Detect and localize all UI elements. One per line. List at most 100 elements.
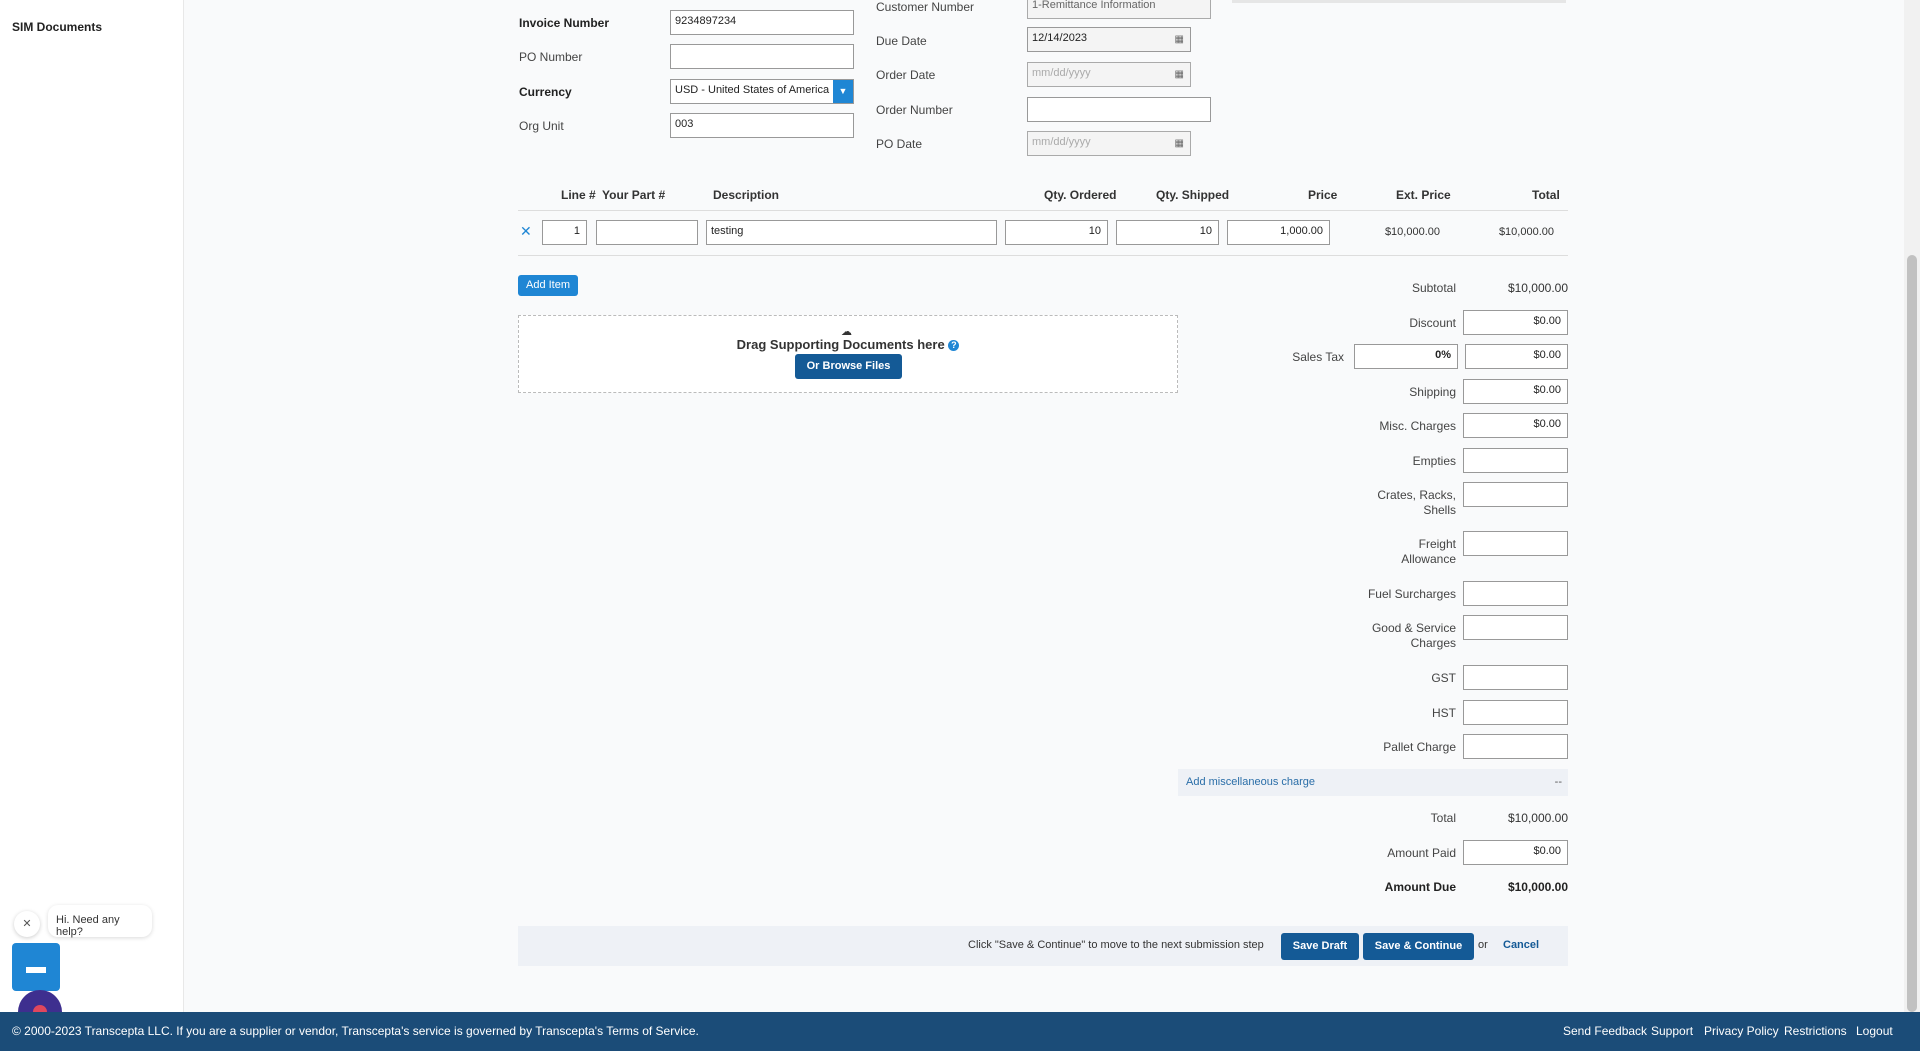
footer-link-logout[interactable]: Logout [1856,1024,1893,1038]
supporting-documents-dropzone[interactable]: ☁ Drag Supporting Documents here ? Or Br… [518,315,1178,393]
due-date-input[interactable]: 12/14/2023 ▦ [1027,27,1191,52]
save-action-bar: Click "Save & Continue" to move to the n… [518,926,1568,966]
chevron-down-icon[interactable]: ▼ [833,80,853,103]
page-scrollbar[interactable] [1904,0,1920,1012]
fuel-surcharges-label: Fuel Surcharges [1367,587,1456,601]
price-input[interactable]: 1,000.00 [1227,220,1330,245]
misc-charges-input[interactable]: $0.00 [1463,413,1568,438]
po-date-input[interactable]: mm/dd/yyyy ▦ [1027,131,1191,156]
footer: © 2000-2023 Transcepta LLC. If you are a… [0,1012,1920,1051]
line-number-input[interactable]: 1 [542,220,587,245]
footer-copyright: © 2000-2023 Transcepta LLC. If you are a… [12,1024,699,1038]
ext-price-value: $10,000.00 [1384,226,1440,238]
pallet-charge-input[interactable] [1463,734,1568,759]
browse-files-button[interactable]: Or Browse Files [795,354,902,379]
chat-bubble-text: Hi. Need any help? [56,914,120,938]
col-line: Line # [561,188,596,202]
sidebar: SIM Documents [0,0,184,1012]
org-unit-input[interactable]: 003 [670,113,854,138]
calendar-icon[interactable]: ▦ [1175,69,1184,80]
fuel-surcharges-input[interactable] [1463,581,1568,606]
freight-label: Freight Allowance [1300,537,1456,567]
discount-label: Discount [1409,316,1456,330]
customer-number-label: Customer Number [876,0,975,14]
description-input[interactable]: testing [706,220,997,245]
freight-label-line1: Freight [1418,537,1456,551]
amount-due-value: $10,000.00 [1507,880,1568,894]
part-number-input[interactable] [596,220,698,245]
sales-tax-label: Sales Tax [1292,350,1344,364]
goods-service-label: Good & Service Charges [1300,621,1456,651]
save-draft-button[interactable]: Save Draft [1281,933,1359,960]
add-item-button[interactable]: Add Item [518,275,578,296]
footer-link-support[interactable]: Support [1651,1024,1693,1038]
due-date-value: 12/14/2023 [1032,32,1088,44]
footer-link-privacy-policy[interactable]: Privacy Policy [1704,1024,1779,1038]
help-icon[interactable]: ? [948,340,960,352]
invoice-number-input[interactable]: 9234897234 [670,10,854,35]
shipping-input[interactable]: $0.00 [1463,379,1568,404]
hst-label: HST [1432,706,1456,720]
amount-due-label: Amount Due [1384,880,1456,894]
order-date-input[interactable]: mm/dd/yyyy ▦ [1027,62,1191,87]
calendar-icon[interactable]: ▦ [1175,34,1184,45]
top-right-panel-edge [1232,0,1566,3]
crates-label: Crates, Racks, Shells [1300,488,1456,518]
currency-select-value: USD - United States of America [675,84,830,96]
footer-link-restrictions[interactable]: Restrictions [1784,1024,1847,1038]
table-row-divider [518,255,1568,256]
col-your-part: Your Part # [602,188,666,202]
cancel-link[interactable]: Cancel [1503,939,1539,951]
po-number-input[interactable] [670,44,854,69]
org-unit-label: Org Unit [519,119,564,133]
discount-input[interactable]: $0.00 [1463,310,1568,335]
order-number-input[interactable] [1027,97,1211,122]
qty-ordered-input[interactable]: 10 [1005,220,1108,245]
po-date-placeholder: mm/dd/yyyy [1032,136,1091,148]
qty-shipped-input[interactable]: 10 [1116,220,1219,245]
col-description: Description [713,188,780,202]
calendar-icon[interactable]: ▦ [1175,138,1184,149]
goods-service-label-line2: Charges [1410,636,1456,650]
scrollbar-thumb[interactable] [1907,255,1917,1012]
freight-input[interactable] [1463,531,1568,556]
line-total-value: $10,000.00 [1498,226,1554,238]
due-date-label: Due Date [876,34,927,48]
currency-label: Currency [519,85,572,99]
save-continue-button[interactable]: Save & Continue [1363,933,1474,960]
chat-launcher-button[interactable]: ▬ [12,943,60,991]
gst-input[interactable] [1463,665,1568,690]
hst-input[interactable] [1463,700,1568,725]
col-price: Price [1308,188,1338,202]
shipping-label: Shipping [1409,385,1456,399]
close-chat-icon[interactable]: ✕ [14,911,40,937]
sidebar-item-sim-documents[interactable]: SIM Documents [12,20,102,34]
customer-number-input[interactable]: 1-Remittance Information [1027,0,1211,19]
gst-label: GST [1431,671,1456,685]
crates-input[interactable] [1463,482,1568,507]
chat-bubble[interactable]: Hi. Need any help? [48,905,152,938]
subtotal-value: $10,000.00 [1507,281,1568,295]
po-number-label: PO Number [519,50,583,64]
remove-line-icon[interactable]: ✕ [520,223,532,240]
sales-tax-amount-input[interactable]: $0.00 [1465,344,1568,369]
sales-tax-percent-input[interactable]: 0% [1354,344,1458,369]
footer-link-send-feedback[interactable]: Send Feedback [1563,1024,1647,1038]
or-text: or [1478,939,1488,951]
goods-service-input[interactable] [1463,615,1568,640]
col-ext-price: Ext. Price [1396,188,1451,202]
misc-charges-label: Misc. Charges [1379,419,1456,433]
crates-label-line1: Crates, Racks, [1377,488,1456,502]
empties-label: Empties [1412,454,1456,468]
empties-input[interactable] [1463,448,1568,473]
amount-paid-input[interactable]: $0.00 [1463,840,1568,865]
save-hint-text: Click "Save & Continue" to move to the n… [968,939,1264,951]
order-date-label: Order Date [876,68,936,82]
total-value: $10,000.00 [1507,811,1568,825]
currency-select[interactable]: USD - United States of America ▼ [670,79,854,104]
col-qty-ordered: Qty. Ordered [1044,188,1117,202]
col-qty-shipped: Qty. Shipped [1156,188,1230,202]
freight-label-line2: Allowance [1401,552,1456,566]
add-misc-charge-link[interactable]: Add miscellaneous charge [1186,776,1315,788]
add-misc-charge-value: -- [1554,776,1562,788]
